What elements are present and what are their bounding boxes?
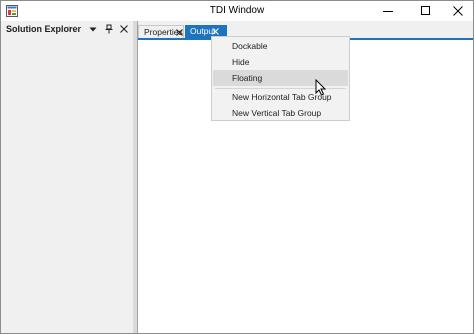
minimize-icon <box>383 11 393 12</box>
mouse-cursor-icon <box>315 79 327 96</box>
close-icon[interactable] <box>119 24 129 34</box>
close-icon <box>453 6 463 16</box>
menu-item-floating[interactable]: Floating <box>213 70 348 86</box>
solution-explorer-header[interactable]: Solution Explorer <box>1 21 133 37</box>
menu-item-dockable[interactable]: Dockable <box>213 38 348 54</box>
maximize-button[interactable] <box>409 1 443 21</box>
tab-context-menu: Dockable Hide Floating New Horizontal Ta… <box>211 36 350 121</box>
maximize-icon <box>421 6 430 15</box>
close-window-button[interactable] <box>441 1 473 21</box>
close-icon[interactable] <box>176 29 183 36</box>
tdi-window: TDI Window Solution Explorer Properties … <box>0 0 474 334</box>
menu-item-new-vertical-tab-group[interactable]: New Vertical Tab Group <box>213 105 348 121</box>
pin-icon[interactable] <box>104 24 114 34</box>
tab-properties[interactable]: Properties <box>138 25 184 38</box>
title-bar[interactable]: TDI Window <box>1 1 473 21</box>
minimize-button[interactable] <box>371 1 405 21</box>
menu-item-hide[interactable]: Hide <box>213 54 348 70</box>
dropdown-arrow-icon[interactable] <box>88 24 98 34</box>
close-icon[interactable] <box>212 28 219 35</box>
solution-explorer-panel: Solution Explorer <box>1 21 133 333</box>
grip-icon <box>68 26 79 31</box>
menu-item-new-horizontal-tab-group[interactable]: New Horizontal Tab Group <box>213 89 348 105</box>
